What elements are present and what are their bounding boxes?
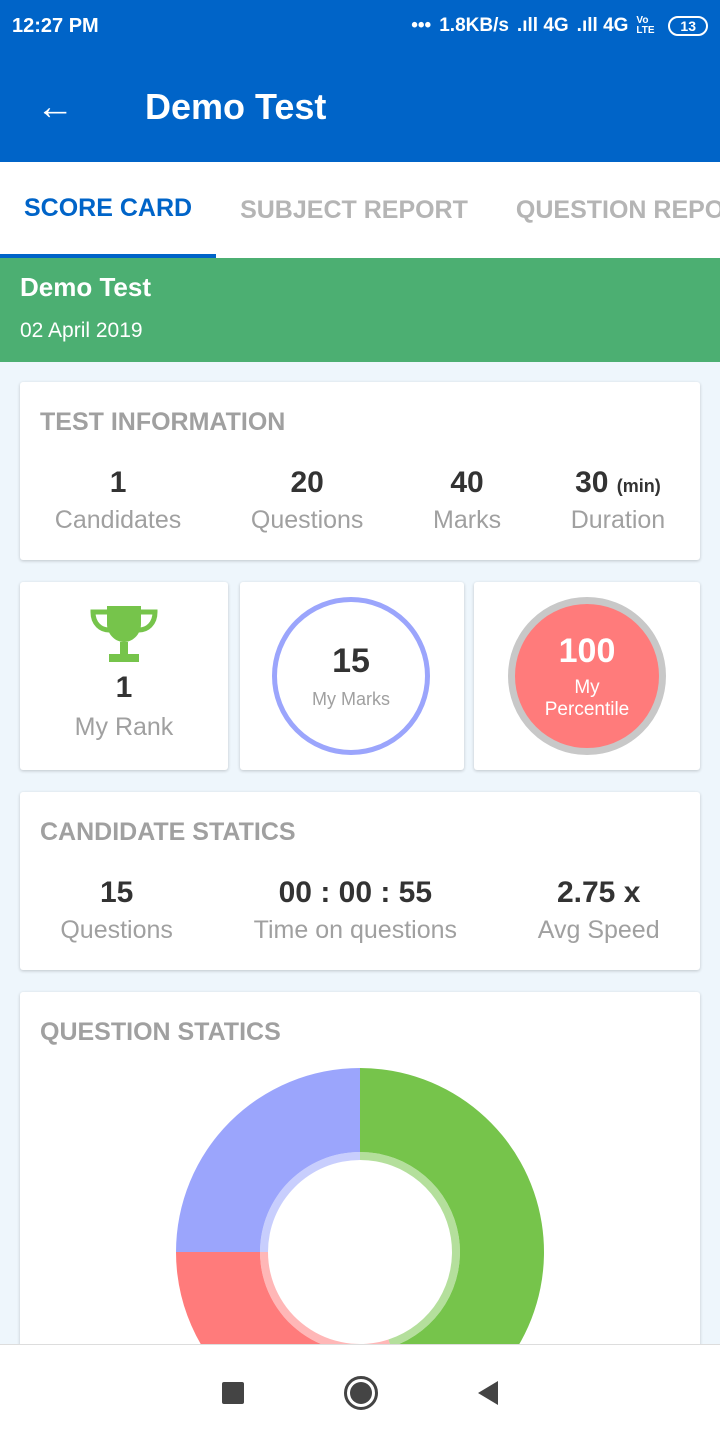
stat-label: Questions [250,506,364,534]
stat-speed: 2.75 x Avg Speed [538,876,660,945]
percentile-card: 100 My Percentile [474,582,700,770]
stat-value: 20 [290,466,324,499]
test-information-card: TEST INFORMATION 1 Candidates 20 Questions… [20,382,700,560]
question-statics-card: QUESTION STATICS [20,992,700,1392]
stat-marks: 40 Marks [433,466,501,535]
stat-label: Duration [570,506,666,534]
banner-title: Demo Test [20,272,151,302]
stat-value: 2.75 x [556,876,641,909]
percentile-circle: 100 My Percentile [508,597,666,755]
signal-icon-2: .ıll 4G [576,15,629,36]
recents-button[interactable] [222,1381,244,1404]
stat-label: Time on questions [253,916,458,944]
app-bar: ← Demo Test [0,52,720,162]
marks-label: My Marks [312,689,390,709]
stat-questions: 20 Questions [251,466,364,535]
marks-circle: 15 My Marks [272,597,430,755]
stat-value: 00 : 00 : 55 [278,876,433,909]
stat-value: 30 [575,466,609,499]
tab-question-report[interactable]: QUESTION REPORT [492,162,720,258]
battery-icon: 13 [668,16,708,36]
stat-value: 1 [109,466,127,499]
question-donut-chart [176,1068,544,1392]
back-arrow-icon[interactable]: ← [0,86,110,129]
test-banner: Demo Test 02 April 2019 [0,258,720,362]
system-nav-bar [0,1344,720,1440]
stat-label: Marks [433,506,502,534]
banner-date: 02 April 2019 [20,319,143,342]
stat-label: Avg Speed [537,916,660,944]
clock: 12:27 PM [12,14,99,37]
marks-value: 15 [332,642,370,680]
stat-duration: 30 (min) Duration [571,466,666,535]
notification-dots: ••• [411,15,432,36]
rank-label: My Rank [74,713,174,741]
candidate-statics-card: CANDIDATE STATICS 15 Questions 00 : 00 : … [20,792,700,970]
stat-value: 15 [99,876,134,909]
back-button[interactable] [478,1380,498,1405]
volte-icon: Vo LTE [636,15,655,36]
stat-candidates: 1 Candidates [55,466,181,535]
stat-label: Questions [60,916,173,944]
stat-label: Candidates [54,506,182,534]
tab-score-card[interactable]: SCORE CARD [0,162,217,258]
tab-bar: SCORE CARD SUBJECT REPORT QUESTION REPOR… [0,162,720,258]
marks-card: 15 My Marks [240,582,464,770]
card-title: TEST INFORMATION [40,408,286,436]
status-bar: 12:27 PM ••• 1.8KB/s .ıll 4G .ıll 4G Vo … [0,0,720,52]
percentile-label: My Percentile [544,676,630,720]
home-button[interactable] [344,1375,378,1410]
rank-value: 1 [115,671,133,704]
rank-card: 1 My Rank [20,582,228,770]
network-speed: 1.8KB/s [439,15,509,36]
page-title: Demo Test [145,86,327,127]
stat-unit: (min) [616,476,661,496]
trophy-icon [90,606,158,662]
stat-time: 00 : 00 : 55 Time on questions [254,876,457,945]
stat-questions-attempted: 15 Questions [60,876,173,945]
signal-icon: .ıll 4G [516,15,569,36]
card-title: CANDIDATE STATICS [40,818,296,846]
percentile-value: 100 [558,631,616,670]
tab-subject-report[interactable]: SUBJECT REPORT [216,162,492,258]
stat-value: 40 [450,466,484,499]
